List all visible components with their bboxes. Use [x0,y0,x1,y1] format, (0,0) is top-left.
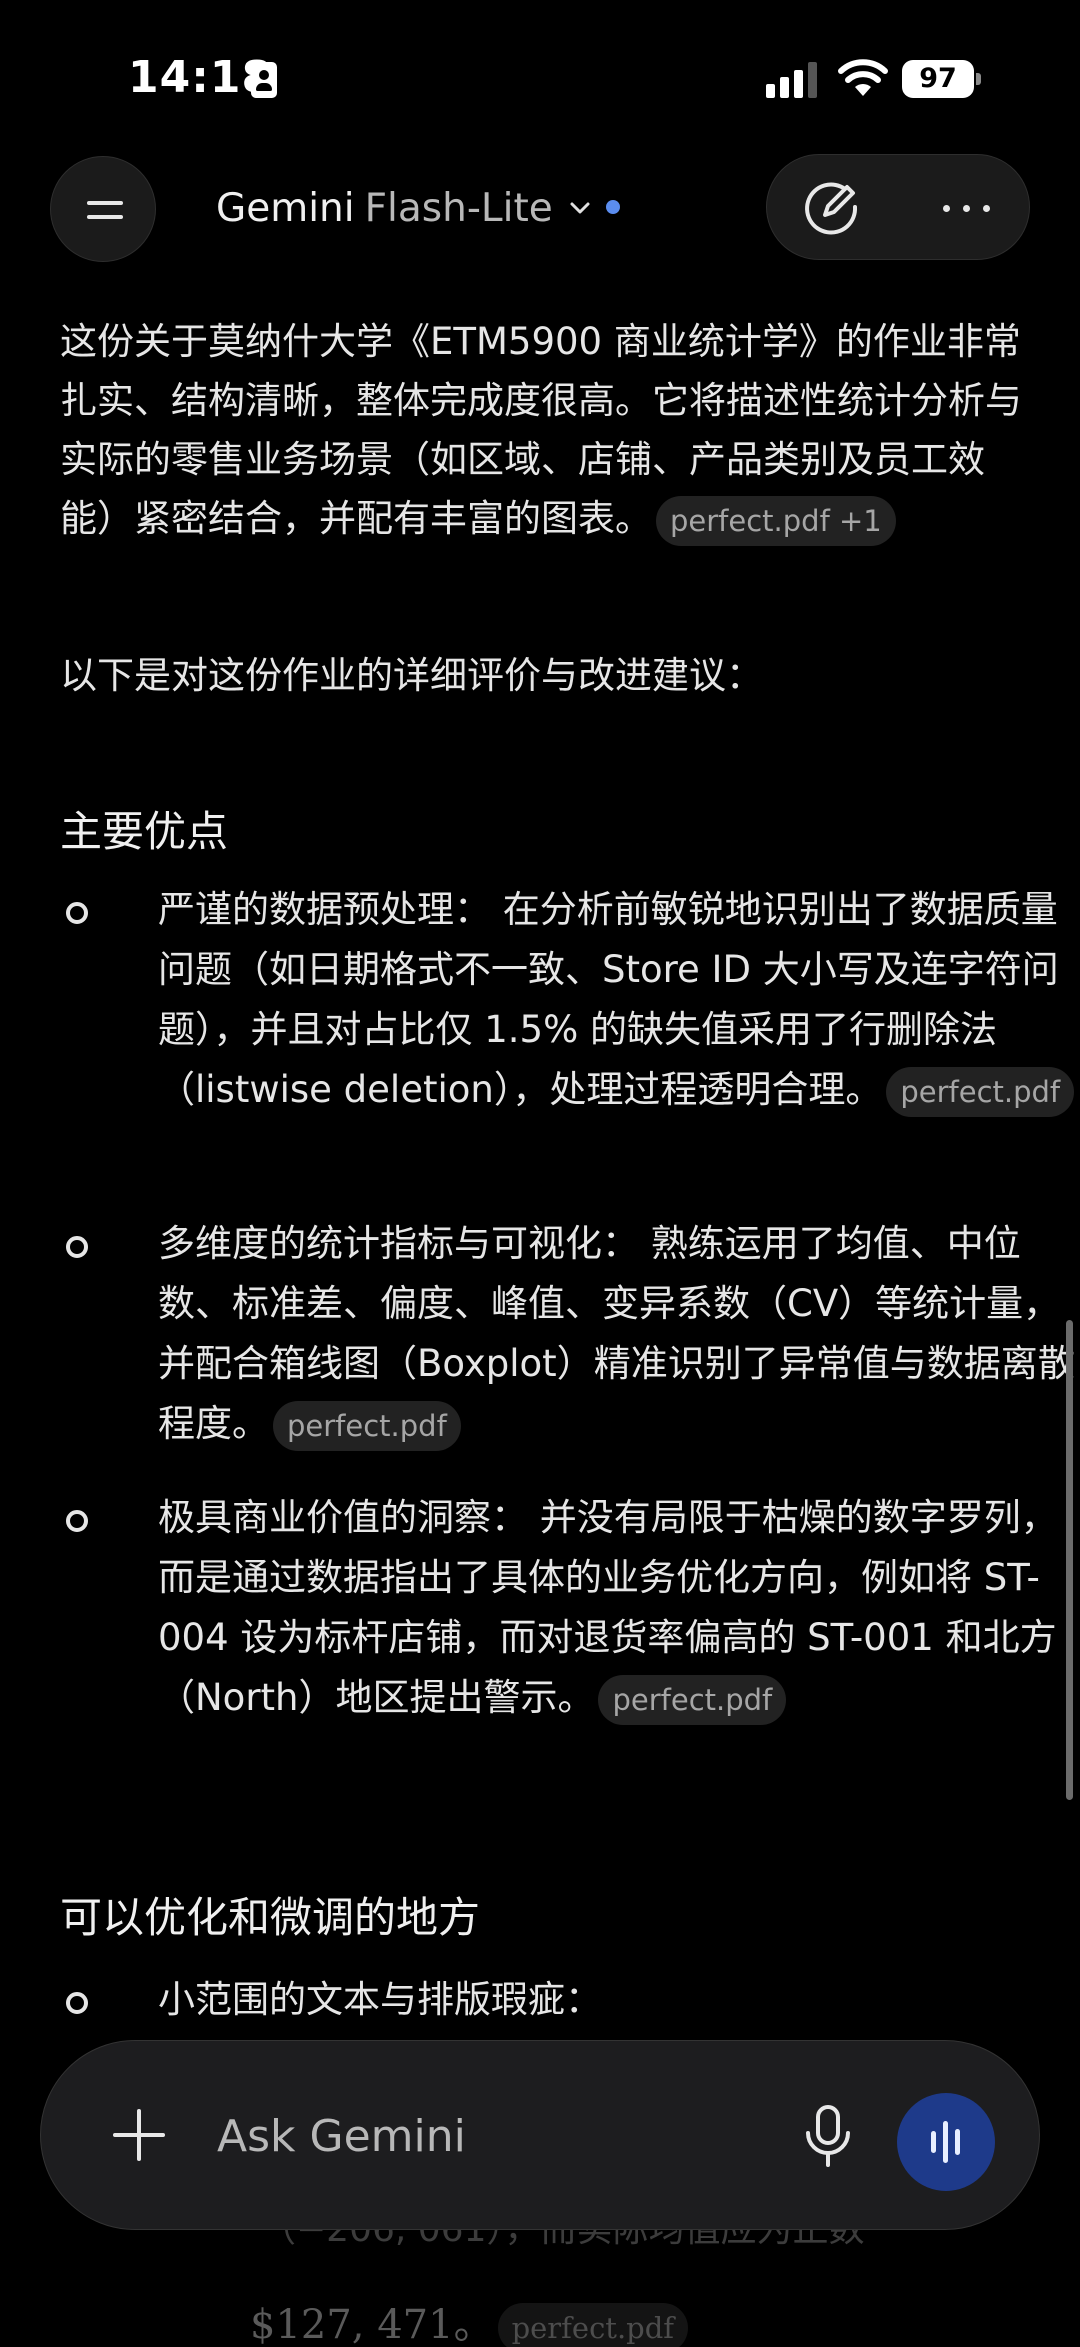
more-icon-dot [943,205,950,212]
new-indicator-dot [606,200,620,214]
faded-value: $127, 471。 [250,2302,494,2347]
scrollbar-thumb[interactable] [1066,1320,1073,1800]
more-icon-dot [963,205,970,212]
battery-indicator: 97 [902,60,982,98]
menu-icon-line [87,201,123,205]
section-heading-strengths: 主要优点 [60,807,229,856]
brand-name: Gemini [216,185,355,231]
mic-icon[interactable] [793,2099,863,2173]
battery-level: 97 [902,60,974,98]
waveform-bar [931,2131,936,2153]
list-item-text: 小范围的文本与排版瑕疵： [158,1978,602,2021]
bullet-circle-icon [66,1992,88,2014]
chevron-down-icon [570,202,590,214]
battery-tip [976,73,981,85]
wifi-icon [838,59,888,96]
menu-icon-line [87,215,123,219]
bullet-circle-icon [66,1510,88,1532]
model-name: Flash-Lite [364,185,553,231]
section-heading-improvements: 可以优化和微调的地方 [60,1893,481,1942]
response-intro: 这份关于莫纳什大学《ETM5900 商业统计学》的作业非常扎实、结构清晰，整体完… [60,312,1030,548]
bullet-circle-icon [66,1236,88,1258]
source-chip[interactable]: perfect.pdf [273,1400,461,1451]
status-bar: 14:18 97 [0,0,1080,150]
response-lead: 以下是对这份作业的详细评价与改进建议： [60,654,763,697]
cellular-signal-icon [766,62,817,98]
list-item-text: 多维度的统计指标与可视化： 熟练运用了均值、中位数、标准差、偏度、峰值、变异系数… [158,1214,1078,1454]
list-item-text: 极具商业价值的洞察： 并没有局限于枯燥的数字罗列，而是通过数据指出了具体的业务优… [158,1488,1078,1728]
faded-overflow-line: $127, 471。 perfect.pdf [250,2292,689,2347]
waveform-bar [943,2121,948,2163]
ask-gemini-input[interactable] [217,2103,777,2169]
prompt-bar [40,2040,1040,2230]
source-chip[interactable]: perfect.pdf [886,1066,1075,1117]
waveform-bar [955,2129,960,2155]
list-item-text: 严谨的数据预处理： 在分析前敏锐地识别出了数据质量问题（如日期格式不一致、Sto… [158,880,1078,1120]
plus-icon[interactable] [109,2105,169,2165]
model-selector[interactable]: Gemini Flash-Lite [216,180,593,236]
edit-icon[interactable] [797,173,867,243]
source-chip[interactable]: perfect.pdf [497,2303,689,2347]
source-chip[interactable]: perfect.pdf [598,1674,787,1725]
contact-card-icon [251,62,277,98]
bullet-circle-icon [66,902,88,924]
more-button[interactable] [937,188,997,228]
menu-button[interactable] [50,156,156,262]
source-chip[interactable]: perfect.pdf +1 [656,495,896,546]
header-actions [766,154,1030,260]
voice-waveform-icon[interactable] [897,2093,995,2191]
more-icon-dot [983,205,990,212]
